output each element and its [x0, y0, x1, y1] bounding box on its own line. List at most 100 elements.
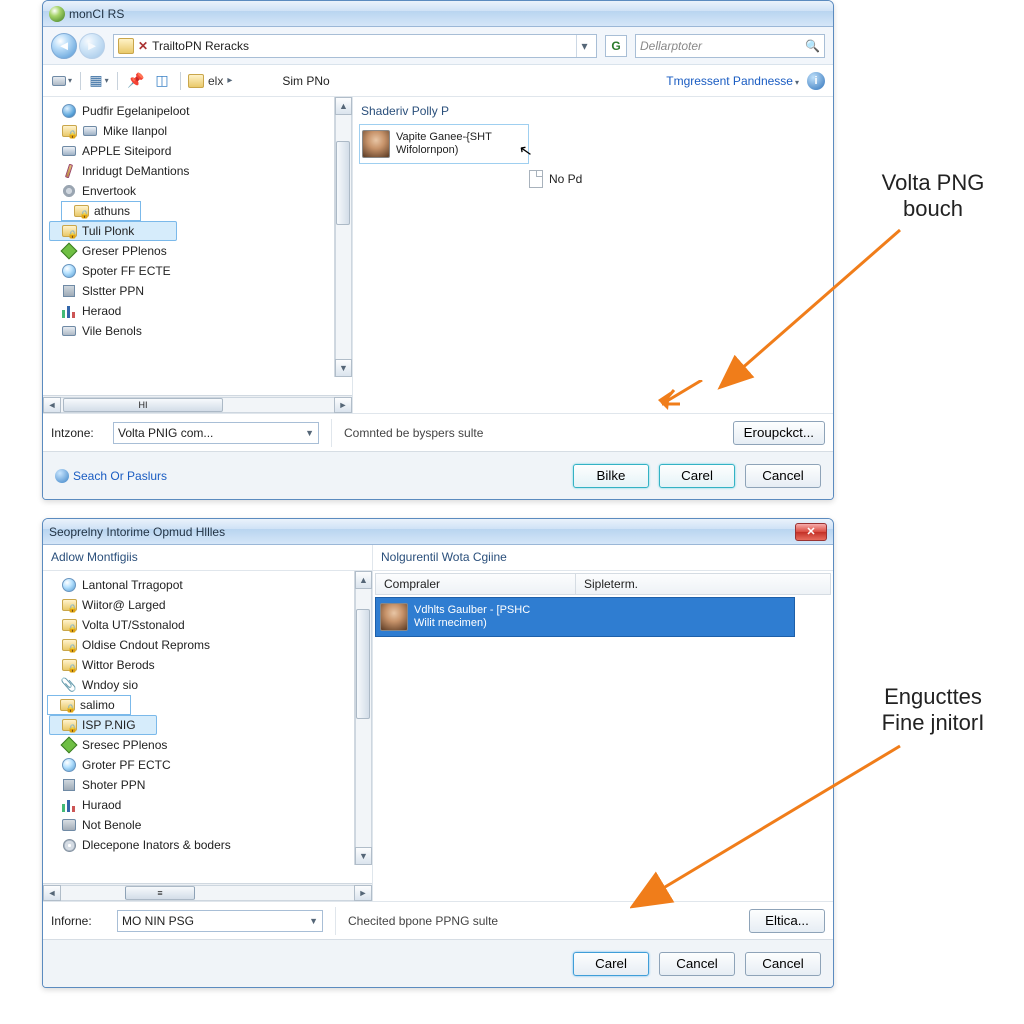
- file-dialog-2: Seoprelny Intorime Opmud Hllles ✕ Adlow …: [42, 518, 834, 988]
- scroll-left-button[interactable]: ◄: [43, 885, 61, 901]
- content-pane[interactable]: Shaderiv Polly P Vapite Ganee-{SHT Wifol…: [353, 97, 833, 413]
- file-item[interactable]: Vapite Ganee-{SHT Wifolornpon): [359, 124, 529, 164]
- options-link[interactable]: Tmgressent Pandnesse: [666, 74, 799, 88]
- scroll-thumb[interactable]: [356, 609, 370, 719]
- filename-label: Intzone:: [51, 426, 107, 440]
- tree-item: Heraod: [49, 301, 350, 321]
- filename-combo[interactable]: MO NIN PSG▼: [117, 910, 323, 932]
- scroll-down-button[interactable]: ▼: [355, 847, 372, 865]
- tile-icon[interactable]: ◫: [151, 70, 173, 92]
- folder-tree[interactable]: Lantonal Trragopot Wiitor@ Larged Volta …: [43, 571, 372, 883]
- folder-icon: [118, 38, 134, 54]
- tree-item-selected: ISP P.NIG: [49, 715, 157, 735]
- window-title: monCI RS: [69, 7, 124, 21]
- address-dropdown[interactable]: ▾: [576, 35, 592, 57]
- cancel-button[interactable]: Cancel: [745, 464, 821, 488]
- breadcrumb-current: Sim PNo: [282, 74, 329, 88]
- table-row-selected[interactable]: Vdhlts Gaulber - [PSHC Wilit rnecimen): [375, 597, 795, 637]
- browse-button[interactable]: Eroupckct...: [733, 421, 825, 445]
- scroll-thumb[interactable]: HI: [63, 398, 223, 412]
- tree-item: athuns: [61, 201, 141, 221]
- address-box[interactable]: ✕ TrailtoPN Reracks ▾: [113, 34, 597, 58]
- breadcrumb[interactable]: elx ▸: [188, 74, 234, 88]
- separator: [180, 72, 181, 90]
- avatar: [362, 130, 390, 158]
- scroll-up-button[interactable]: ▲: [335, 97, 352, 115]
- titlebar[interactable]: Seoprelny Intorime Opmud Hllles ✕: [43, 519, 833, 545]
- filename-combo[interactable]: Volta PNIG com...▼: [113, 422, 319, 444]
- scroll-left-button[interactable]: ◄: [43, 397, 61, 413]
- tree-item: Wiitor@ Larged: [49, 595, 370, 615]
- annotation-label: EngucttesFine jnitorI: [848, 684, 1018, 736]
- organize-menu[interactable]: [51, 70, 73, 92]
- scroll-thumb[interactable]: [336, 141, 350, 225]
- clip-icon: 📎: [61, 677, 77, 693]
- carel-button[interactable]: Carel: [659, 464, 735, 488]
- tree-hscrollbar[interactable]: ◄ HI ►: [43, 395, 352, 413]
- tree-item: Envertook: [49, 181, 350, 201]
- scroll-down-button[interactable]: ▼: [335, 359, 352, 377]
- titlebar[interactable]: monCI RS: [43, 1, 833, 27]
- section-header: Shaderiv Polly P: [359, 101, 827, 124]
- content-pane[interactable]: Compraler Sipleterm. Vdhlts Gaulber - [P…: [373, 571, 833, 901]
- tree-hscrollbar[interactable]: ◄ ≡ ►: [43, 883, 372, 901]
- column-header[interactable]: Compraler: [376, 574, 576, 594]
- no-pd-item[interactable]: No Pd: [529, 170, 827, 188]
- cursor-icon: ↖: [517, 140, 534, 162]
- cancel-button[interactable]: Cancel: [659, 952, 735, 976]
- close-button[interactable]: ✕: [795, 523, 827, 541]
- folder-tree[interactable]: Pudfir Egelanipeloot Mike Ilanpol APPLE …: [43, 97, 352, 395]
- left-section-header: Adlow Montfigiis: [43, 545, 373, 570]
- status-text: Comnted be byspers sulte: [344, 426, 727, 440]
- tree-item: Huraod: [49, 795, 370, 815]
- scroll-right-button[interactable]: ►: [354, 885, 372, 901]
- help-icon: [55, 469, 69, 483]
- search-input[interactable]: Dellarptoter 🔍: [635, 34, 825, 58]
- tree-item: Lantonal Trragopot: [49, 575, 370, 595]
- folder-icon: [188, 74, 204, 88]
- table-header[interactable]: Compraler Sipleterm.: [375, 573, 831, 595]
- close-icon[interactable]: ✕: [138, 39, 148, 53]
- forward-button[interactable]: ►: [79, 33, 105, 59]
- dialog-footer: Carel Cancel Cancel: [43, 939, 833, 987]
- tree-vscrollbar[interactable]: ▲ ▼: [334, 97, 352, 377]
- refresh-button[interactable]: G: [605, 35, 627, 57]
- tree-item: Shoter PPN: [49, 775, 370, 795]
- toolbar: ▦ 📌 ◫ elx ▸ Sim PNo Tmgressent Pandnesse…: [43, 65, 833, 97]
- browse-button[interactable]: Eltica...: [749, 909, 825, 933]
- tree-item: Volta UT/Sstonalod: [49, 615, 370, 635]
- view-menu[interactable]: ▦: [88, 70, 110, 92]
- tree-pane: Pudfir Egelanipeloot Mike Ilanpol APPLE …: [43, 97, 353, 413]
- dialog-footer: Seach Or Paslurs Bilke Carel Cancel: [43, 451, 833, 499]
- tree-item: Wittor Berods: [49, 655, 370, 675]
- cancel-button-2[interactable]: Cancel: [745, 952, 821, 976]
- section-headers: Adlow Montfigiis Nolgurentil Wota Cgiine: [43, 545, 833, 571]
- scroll-thumb[interactable]: ≡: [125, 886, 195, 900]
- filename-row: Intzone: Volta PNIG com...▼ Comnted be b…: [43, 413, 833, 451]
- back-button[interactable]: ◄: [51, 33, 77, 59]
- search-placeholder: Dellarptoter: [640, 39, 801, 53]
- tree-item: Mike Ilanpol: [49, 121, 350, 141]
- pin-icon[interactable]: 📌: [125, 70, 147, 92]
- separator: [117, 72, 118, 90]
- address-text: TrailtoPN Reracks: [152, 39, 249, 53]
- filename-row: Inforne: MO NIN PSG▼ Checited bpone PPNG…: [43, 901, 833, 939]
- help-button[interactable]: i: [807, 72, 825, 90]
- scroll-up-button[interactable]: ▲: [355, 571, 372, 589]
- page-icon: [529, 170, 543, 188]
- status-text: Checited bpone PPNG sulte: [348, 914, 743, 928]
- carel-button[interactable]: Carel: [573, 952, 649, 976]
- tree-item: 📎Wndoy sio: [49, 675, 370, 695]
- scroll-right-button[interactable]: ►: [334, 397, 352, 413]
- tree-vscrollbar[interactable]: ▲ ▼: [354, 571, 372, 865]
- addressbar-row: ◄ ► ✕ TrailtoPN Reracks ▾ G Dellarptoter…: [43, 27, 833, 65]
- tree-item: Vile Benols: [49, 321, 350, 341]
- search-icon: 🔍: [805, 39, 820, 53]
- column-header[interactable]: Sipleterm.: [576, 574, 830, 594]
- bilke-button[interactable]: Bilke: [573, 464, 649, 488]
- tree-item: Dlecepone Inators & boders: [49, 835, 370, 855]
- tree-item: Inridugt DeMantions: [49, 161, 350, 181]
- help-link[interactable]: Seach Or Paslurs: [55, 469, 167, 483]
- avatar: [380, 603, 408, 631]
- separator: [80, 72, 81, 90]
